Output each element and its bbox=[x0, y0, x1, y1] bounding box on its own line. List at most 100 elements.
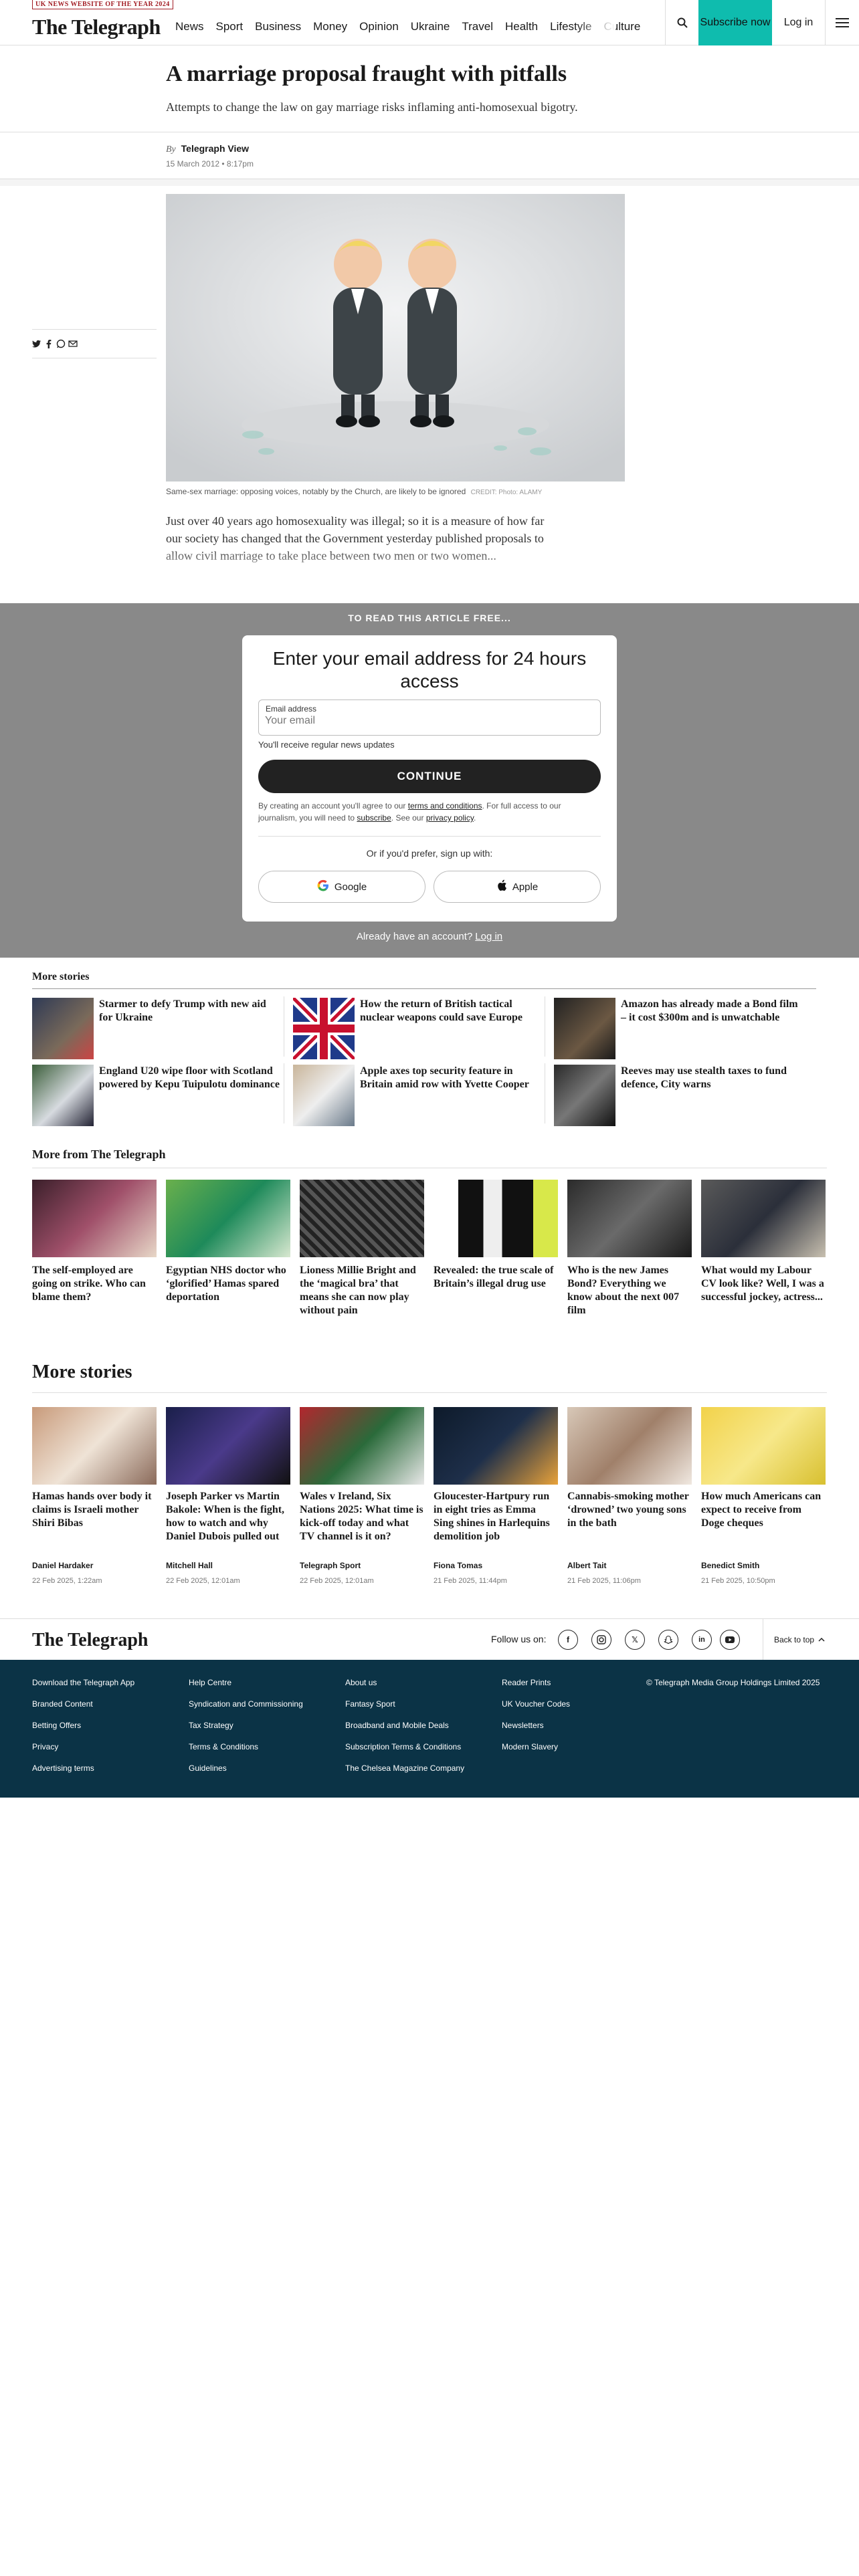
story-item[interactable]: Starmer to defy Trump with new aid for U… bbox=[32, 992, 286, 1059]
footer-link[interactable]: Syndication and Commissioning bbox=[189, 1693, 303, 1715]
footer-link[interactable]: Download the Telegraph App bbox=[32, 1672, 134, 1693]
continue-button[interactable]: CONTINUE bbox=[258, 760, 601, 793]
story-title[interactable]: England U20 wipe floor with Scotland pow… bbox=[99, 1065, 281, 1091]
story-item[interactable]: How the return of British tactical nucle… bbox=[290, 992, 547, 1063]
story-card[interactable]: Who is the new James Bond? Everything we… bbox=[567, 1180, 692, 1317]
subscribe-link[interactable]: subscribe bbox=[357, 813, 391, 823]
story-card[interactable]: Revealed: the true scale of Britain’s il… bbox=[434, 1180, 558, 1291]
terms-link[interactable]: terms and conditions bbox=[408, 801, 482, 811]
nav-item-business[interactable]: Business bbox=[255, 20, 301, 33]
footer-link[interactable]: Branded Content bbox=[32, 1693, 134, 1715]
footer-link[interactable]: Terms & Conditions bbox=[189, 1736, 303, 1757]
x-icon[interactable]: 𝕏 bbox=[625, 1630, 645, 1650]
apple-signin-button[interactable]: Apple bbox=[434, 871, 601, 903]
paywall-login-link[interactable]: Log in bbox=[475, 931, 502, 942]
story-card[interactable]: How much Americans can expect to receive… bbox=[701, 1407, 826, 1585]
story-title[interactable]: Cannabis-smoking mother ‘drowned’ two yo… bbox=[567, 1490, 692, 1557]
story-item[interactable]: Apple axes top security feature in Brita… bbox=[293, 1059, 547, 1126]
snapchat-icon[interactable] bbox=[658, 1630, 678, 1650]
footer-link[interactable]: Help Centre bbox=[189, 1672, 303, 1693]
author-link[interactable]: Telegraph View bbox=[181, 143, 249, 154]
publish-date: 15 March 2012 • 8:17pm bbox=[166, 159, 254, 169]
email-input[interactable] bbox=[265, 715, 593, 727]
footer-link[interactable]: Advertising terms bbox=[32, 1757, 134, 1779]
nav-item-health[interactable]: Health bbox=[505, 20, 538, 33]
email-field[interactable]: Email address bbox=[258, 700, 601, 736]
footer-link[interactable]: Subscription Terms & Conditions bbox=[345, 1736, 464, 1757]
story-title[interactable]: Who is the new James Bond? Everything we… bbox=[567, 1264, 692, 1317]
footer-link[interactable]: Modern Slavery bbox=[502, 1736, 570, 1757]
nav-item-opinion[interactable]: Opinion bbox=[359, 20, 399, 33]
footer-link[interactable]: Reader Prints bbox=[502, 1672, 570, 1693]
story-title[interactable]: How the return of British tactical nucle… bbox=[360, 998, 542, 1025]
story-author[interactable]: Benedict Smith bbox=[701, 1561, 826, 1570]
story-card[interactable]: Wales v Ireland, Six Nations 2025: What … bbox=[300, 1407, 424, 1585]
story-item[interactable]: Amazon has already made a Bond film – it… bbox=[554, 992, 808, 1059]
story-title[interactable]: Starmer to defy Trump with new aid for U… bbox=[99, 998, 281, 1025]
story-title[interactable]: Lioness Millie Bright and the ‘magical b… bbox=[300, 1264, 424, 1317]
facebook-icon[interactable]: f bbox=[558, 1630, 578, 1650]
story-author[interactable]: Fiona Tomas bbox=[434, 1561, 558, 1570]
story-card[interactable]: The self-employed are going on strike. W… bbox=[32, 1180, 157, 1304]
email-icon[interactable] bbox=[68, 339, 78, 348]
story-item[interactable]: Reeves may use stealth taxes to fund def… bbox=[554, 1059, 808, 1126]
story-card[interactable]: Hamas hands over body it claims is Israe… bbox=[32, 1407, 157, 1585]
login-button[interactable]: Log in bbox=[772, 0, 826, 45]
telegraph-logo[interactable]: The Telegraph bbox=[32, 15, 161, 39]
footer-link[interactable]: Tax Strategy bbox=[189, 1715, 303, 1736]
story-card[interactable]: Cannabis-smoking mother ‘drowned’ two yo… bbox=[567, 1407, 692, 1585]
subscribe-button[interactable]: Subscribe now bbox=[698, 0, 772, 45]
twitter-icon[interactable] bbox=[32, 339, 41, 348]
story-title[interactable]: Joseph Parker vs Martin Bakole: When is … bbox=[166, 1490, 290, 1557]
story-title[interactable]: Reeves may use stealth taxes to fund def… bbox=[621, 1065, 803, 1091]
footer-link[interactable]: About us bbox=[345, 1672, 464, 1693]
search-icon[interactable] bbox=[665, 0, 698, 45]
footer-link[interactable]: Privacy bbox=[32, 1736, 134, 1757]
story-author[interactable]: Mitchell Hall bbox=[166, 1561, 290, 1570]
story-title[interactable]: Apple axes top security feature in Brita… bbox=[360, 1065, 542, 1091]
story-author[interactable]: Daniel Hardaker bbox=[32, 1561, 157, 1570]
story-card[interactable]: Lioness Millie Bright and the ‘magical b… bbox=[300, 1180, 424, 1317]
nav-item-travel[interactable]: Travel bbox=[462, 20, 493, 33]
privacy-link[interactable]: privacy policy bbox=[426, 813, 474, 823]
footer-link[interactable]: The Chelsea Magazine Company bbox=[345, 1757, 464, 1779]
footer-link[interactable]: UK Voucher Codes bbox=[502, 1693, 570, 1715]
story-author[interactable]: Telegraph Sport bbox=[300, 1561, 424, 1570]
nav-item-ukraine[interactable]: Ukraine bbox=[411, 20, 450, 33]
nav-item-news[interactable]: News bbox=[175, 20, 204, 33]
story-date: 21 Feb 2025, 11:06pm bbox=[567, 1577, 641, 1585]
story-title[interactable]: How much Americans can expect to receive… bbox=[701, 1490, 826, 1557]
footer-logo[interactable]: The Telegraph bbox=[32, 1630, 148, 1651]
footer-link[interactable]: Betting Offers bbox=[32, 1715, 134, 1736]
linkedin-icon[interactable]: in bbox=[692, 1630, 712, 1650]
youtube-icon[interactable] bbox=[720, 1630, 740, 1650]
story-title[interactable]: Egyptian NHS doctor who ‘glorified’ Hama… bbox=[166, 1264, 290, 1304]
story-image bbox=[434, 1180, 558, 1257]
footer-link[interactable]: Guidelines bbox=[189, 1757, 303, 1779]
story-author[interactable]: Albert Tait bbox=[567, 1561, 692, 1570]
nav-item-money[interactable]: Money bbox=[313, 20, 347, 33]
story-card[interactable]: Egyptian NHS doctor who ‘glorified’ Hama… bbox=[166, 1180, 290, 1304]
story-title[interactable]: What would my Labour CV look like? Well,… bbox=[701, 1264, 826, 1304]
story-title[interactable]: Revealed: the true scale of Britain’s il… bbox=[434, 1264, 558, 1291]
story-title[interactable]: The self-employed are going on strike. W… bbox=[32, 1264, 157, 1304]
story-title[interactable]: Hamas hands over body it claims is Israe… bbox=[32, 1490, 157, 1557]
google-signin-button[interactable]: Google bbox=[258, 871, 425, 903]
story-item[interactable]: England U20 wipe floor with Scotland pow… bbox=[32, 1059, 286, 1126]
story-title[interactable]: Amazon has already made a Bond film – it… bbox=[621, 998, 803, 1025]
facebook-icon[interactable] bbox=[44, 339, 54, 348]
footer-link[interactable]: Broadband and Mobile Deals bbox=[345, 1715, 464, 1736]
story-card[interactable]: Gloucester-Hartpury run in eight tries a… bbox=[434, 1407, 558, 1585]
footer-link[interactable]: Fantasy Sport bbox=[345, 1693, 464, 1715]
story-title[interactable]: Wales v Ireland, Six Nations 2025: What … bbox=[300, 1490, 424, 1557]
back-to-top-button[interactable]: Back to top bbox=[763, 1619, 859, 1660]
story-card[interactable]: Joseph Parker vs Martin Bakole: When is … bbox=[166, 1407, 290, 1585]
story-card[interactable]: What would my Labour CV look like? Well,… bbox=[701, 1180, 826, 1304]
nav-item-sport[interactable]: Sport bbox=[216, 20, 244, 33]
whatsapp-icon[interactable] bbox=[56, 339, 66, 348]
footer-link[interactable]: Newsletters bbox=[502, 1715, 570, 1736]
or-text: Or if you'd prefer, sign up with: bbox=[366, 848, 493, 859]
hamburger-menu-icon[interactable] bbox=[826, 0, 859, 45]
story-title[interactable]: Gloucester-Hartpury run in eight tries a… bbox=[434, 1490, 558, 1557]
instagram-icon[interactable] bbox=[591, 1630, 611, 1650]
